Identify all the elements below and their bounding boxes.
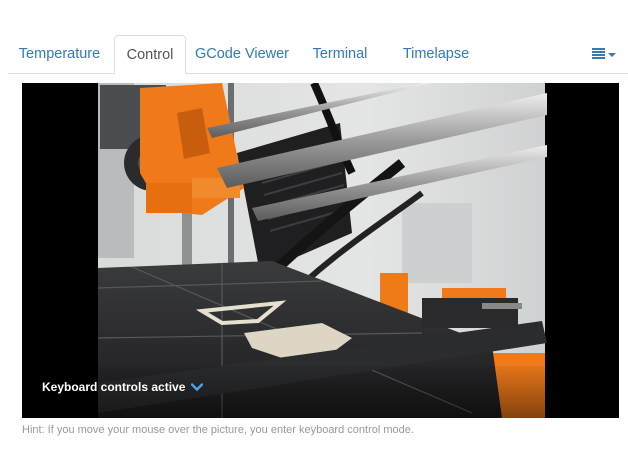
tab-menu-dropdown[interactable] — [588, 35, 620, 73]
chevron-down-icon — [190, 383, 203, 392]
tab-gcode-viewer[interactable]: GCode Viewer — [189, 35, 295, 73]
keyboard-controls-label: Keyboard controls active — [42, 380, 186, 394]
caret-down-icon — [608, 53, 616, 57]
tab-temperature[interactable]: Temperature — [8, 35, 111, 73]
tab-terminal[interactable]: Terminal — [299, 35, 381, 73]
list-icon — [592, 48, 605, 59]
tab-bar: Temperature Control GCode Viewer Termina… — [8, 35, 628, 74]
keyboard-controls-indicator[interactable]: Keyboard controls active — [42, 380, 203, 394]
webcam-stream[interactable]: Keyboard controls active — [22, 83, 619, 418]
tab-control[interactable]: Control — [114, 35, 186, 74]
tab-timelapse[interactable]: Timelapse — [385, 35, 487, 73]
webcam-hint: Hint: If you move your mouse over the pi… — [22, 424, 414, 436]
